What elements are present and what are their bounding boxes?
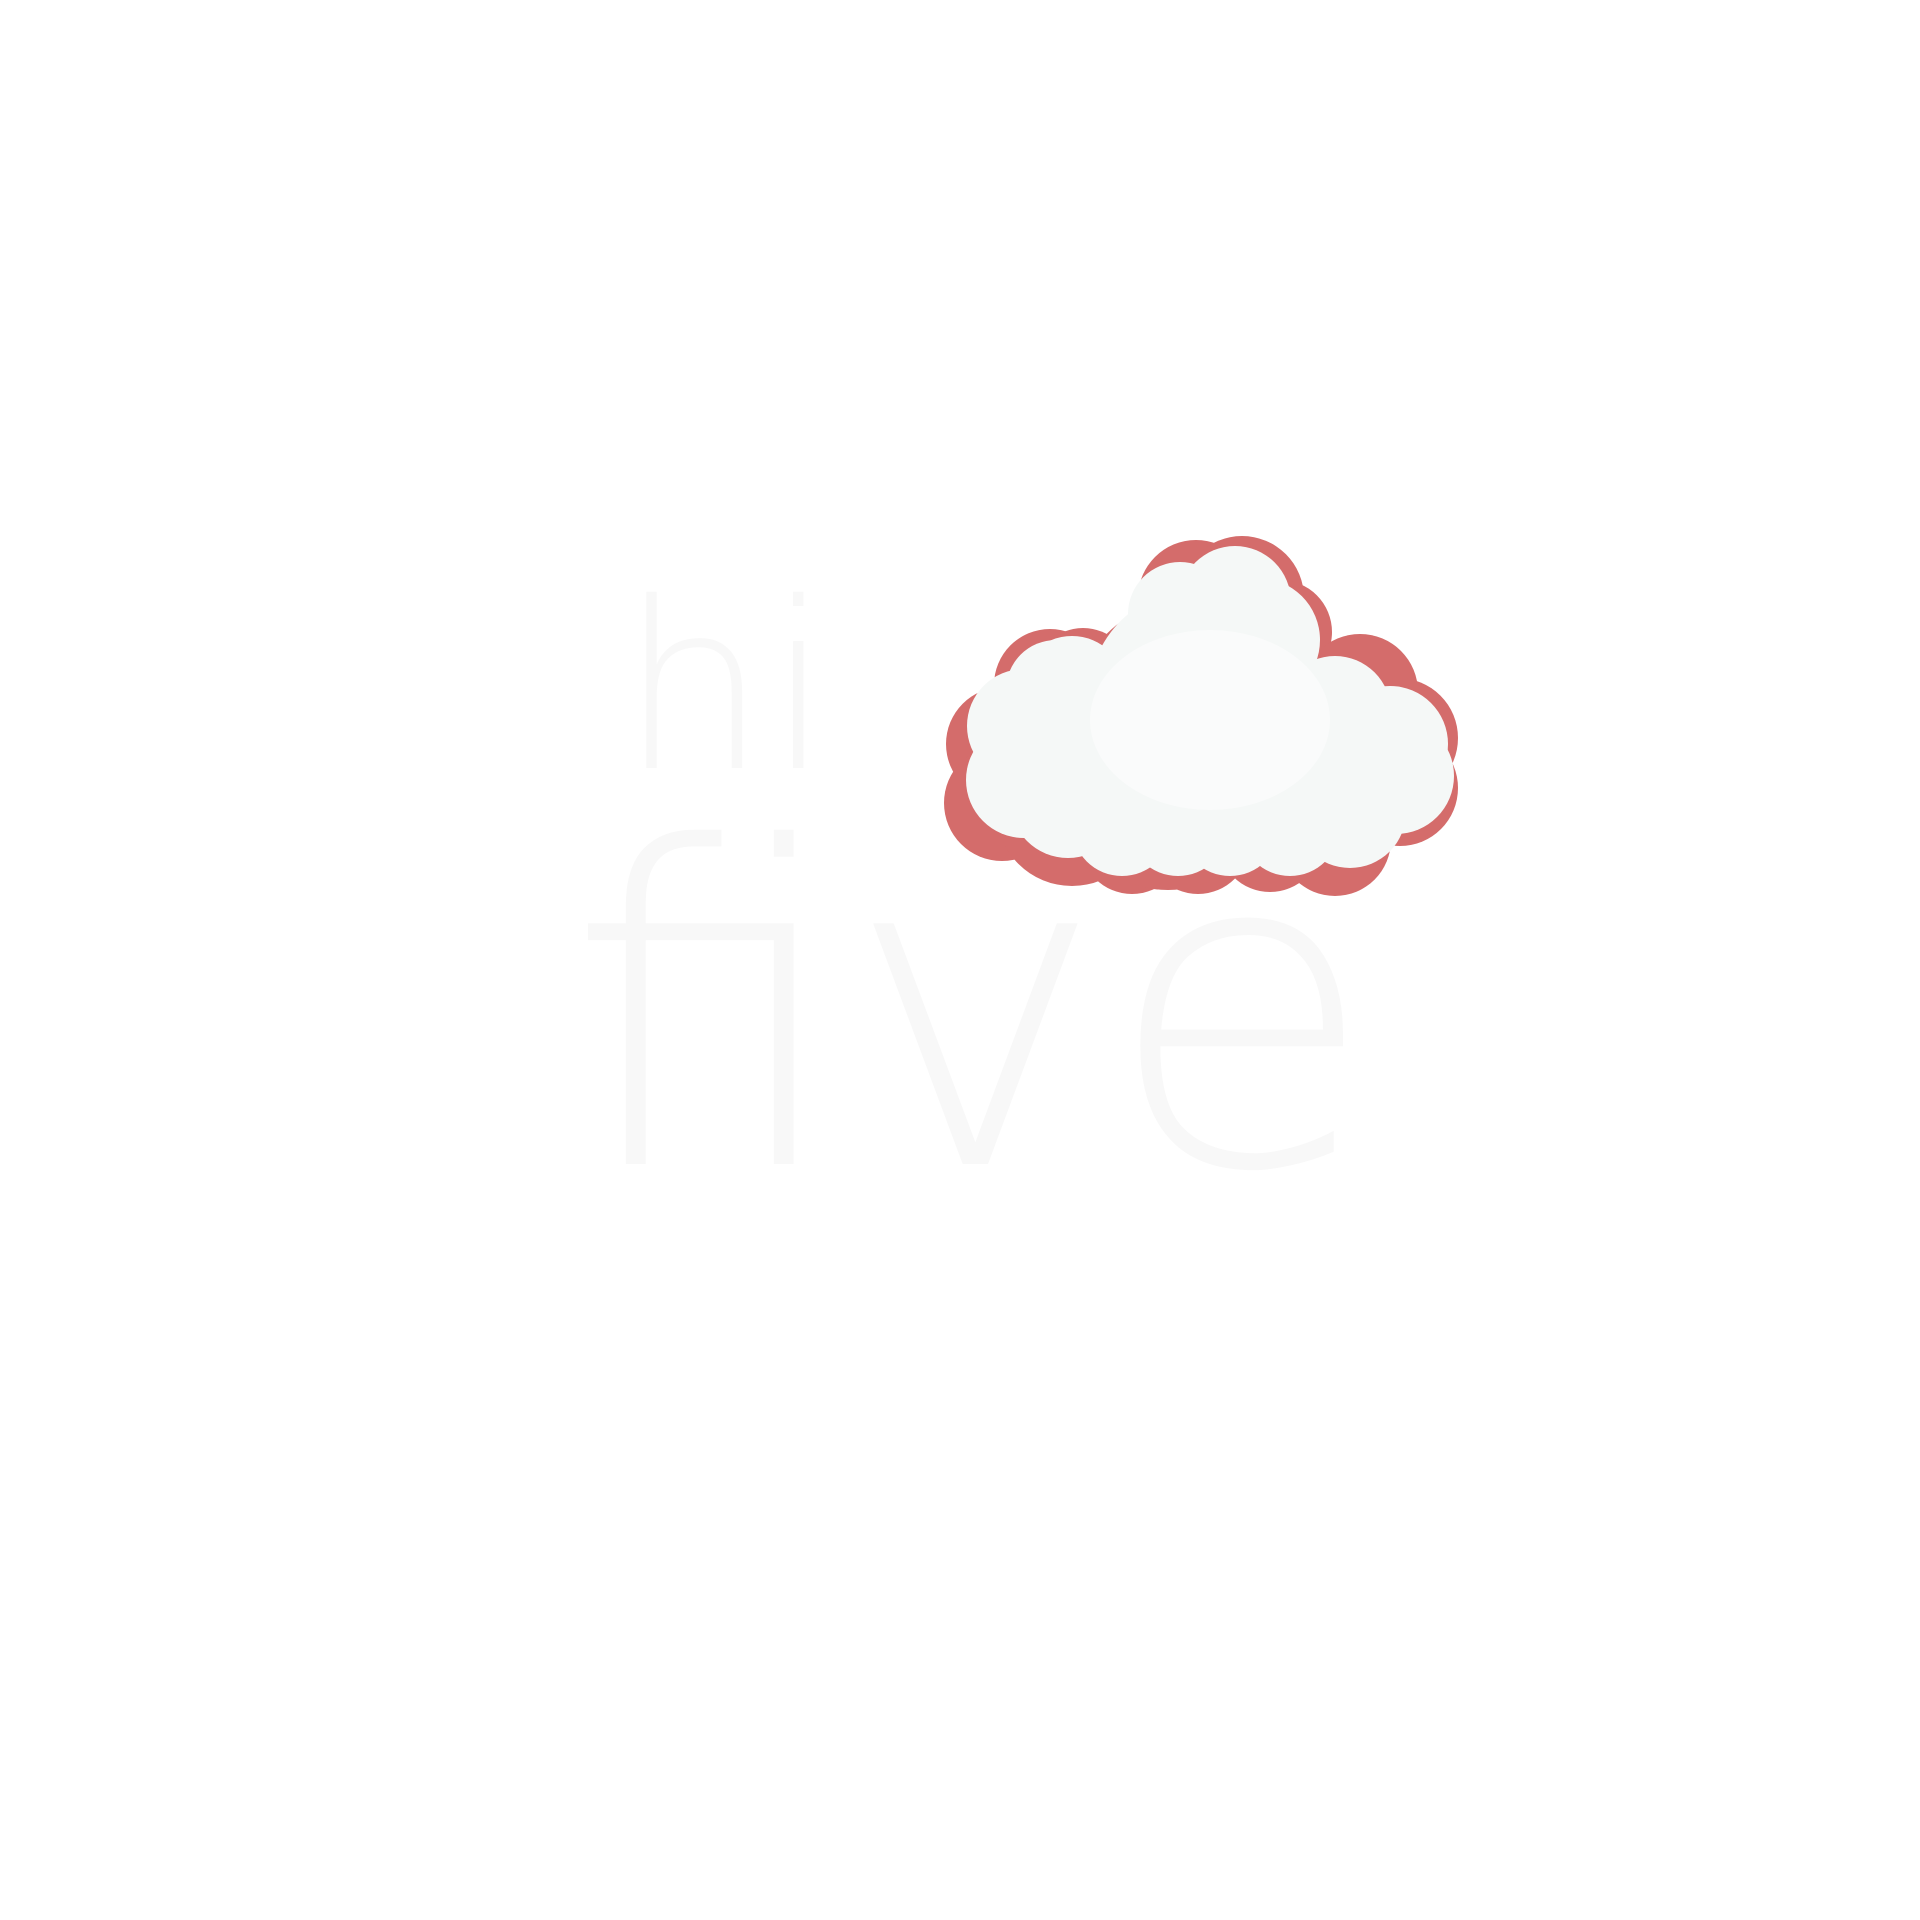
logo-graphic: hi five <box>568 536 1458 1268</box>
logo-canvas: hi five <box>0 0 1920 1920</box>
cloud-highlight <box>1090 630 1330 810</box>
hi-five-logo: hi five <box>0 0 1920 1920</box>
cloud-icon <box>944 536 1458 896</box>
